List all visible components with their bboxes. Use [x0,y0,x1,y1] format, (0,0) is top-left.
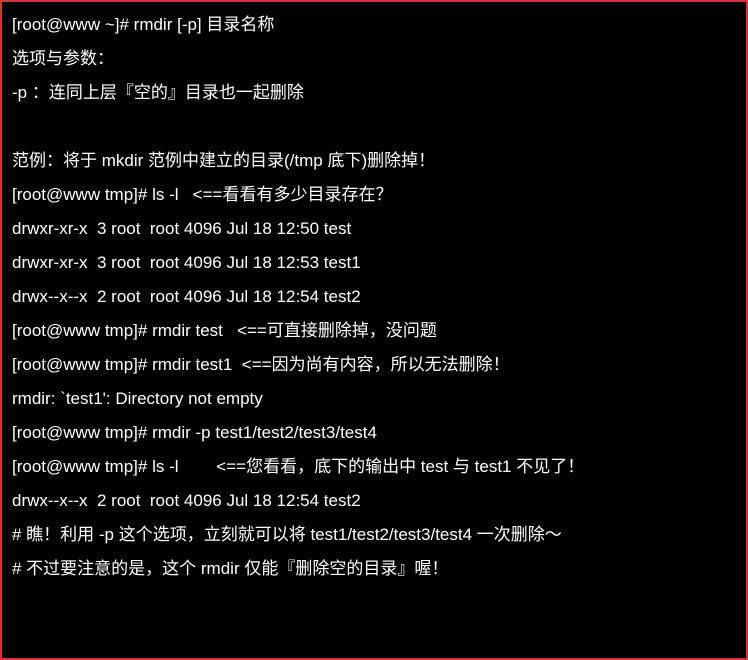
terminal-line: rmdir: `test1': Directory not empty [12,382,736,416]
terminal-line: [root@www tmp]# rmdir test <==可直接删除掉，没问题 [12,314,736,348]
terminal-line: 范例：将于 mkdir 范例中建立的目录(/tmp 底下)删除掉！ [12,144,736,178]
terminal-line: drwxr-xr-x 3 root root 4096 Jul 18 12:53… [12,246,736,280]
terminal-line: drwx--x--x 2 root root 4096 Jul 18 12:54… [12,280,736,314]
terminal-line: # 瞧！利用 -p 这个选项，立刻就可以将 test1/test2/test3/… [12,518,736,552]
terminal-line: [root@www tmp]# ls -l <==看看有多少目录存在？ [12,178,736,212]
terminal-line: drwxr-xr-x 3 root root 4096 Jul 18 12:50… [12,212,736,246]
terminal-line: drwx--x--x 2 root root 4096 Jul 18 12:54… [12,484,736,518]
terminal-line: [root@www tmp]# rmdir test1 <==因为尚有内容，所以… [12,348,736,382]
terminal-line: [root@www tmp]# ls -l <==您看看，底下的输出中 test… [12,450,736,484]
terminal-output: [root@www ~]# rmdir [-p] 目录名称 选项与参数： -p … [2,2,746,658]
terminal-line: -p ：连同上层『空的』目录也一起删除 [12,76,736,110]
terminal-line: 选项与参数： [12,42,736,76]
terminal-line: [root@www tmp]# rmdir -p test1/test2/tes… [12,416,736,450]
terminal-line: # 不过要注意的是，这个 rmdir 仅能『删除空的目录』喔！ [12,552,736,586]
terminal-line [12,110,736,144]
terminal-line: [root@www ~]# rmdir [-p] 目录名称 [12,8,736,42]
